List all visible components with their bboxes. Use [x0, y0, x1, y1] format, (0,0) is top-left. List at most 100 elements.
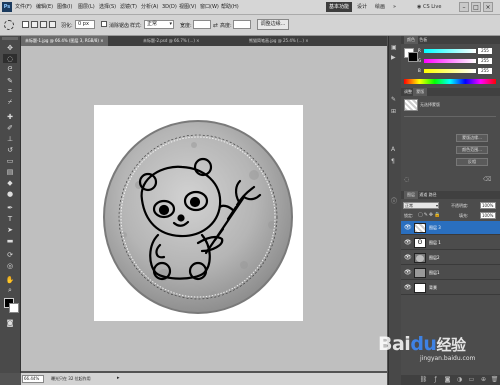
red-value[interactable]: 255: [478, 48, 492, 54]
menu-edit[interactable]: 编辑(E): [36, 2, 53, 12]
close-button[interactable]: ×: [483, 2, 493, 12]
width-input[interactable]: [193, 20, 211, 29]
elliptical-marquee-tool-icon[interactable]: ◌: [3, 54, 17, 63]
menu-select[interactable]: 选择(S): [99, 2, 116, 12]
color-range-button[interactable]: 颜色范围...: [456, 146, 488, 154]
style-select[interactable]: 正常 ▾: [144, 20, 174, 29]
close-icon[interactable]: ×: [305, 38, 308, 43]
menu-window[interactable]: 窗口(W): [200, 2, 219, 12]
cs-live-button[interactable]: ◉ CS Live: [414, 2, 444, 12]
info-panel-icon[interactable]: ⓘ: [391, 196, 399, 205]
add-selection-icon[interactable]: [31, 21, 38, 28]
swap-icon[interactable]: ⇄: [213, 22, 218, 29]
layer-row-2[interactable]: 👁 图层2: [401, 251, 500, 265]
load-selection-icon[interactable]: ◌: [404, 176, 409, 183]
elliptical-marquee-preset-icon[interactable]: [4, 20, 14, 30]
path-select-tool-icon[interactable]: ➤: [3, 225, 17, 234]
history-panel-icon[interactable]: ▣: [391, 44, 399, 51]
menu-analysis[interactable]: 分析(A): [141, 2, 158, 12]
menu-file[interactable]: 文件(F): [15, 2, 32, 12]
workspace-more[interactable]: »: [390, 2, 399, 12]
mask-edge-button[interactable]: 蒙版边缘...: [456, 134, 488, 142]
layer-row-0[interactable]: 👁 图层1: [401, 266, 500, 280]
tab-doc-1[interactable]: 未标题-1.jpg @ 66.4% (图层 3, RGB/8) ×: [21, 36, 108, 46]
eraser-tool-icon[interactable]: ▭: [3, 156, 17, 165]
actions-panel-icon[interactable]: ▶: [391, 54, 399, 61]
quick-select-tool-icon[interactable]: ✎: [3, 76, 17, 85]
3d-orbit-tool-icon[interactable]: ◎: [3, 261, 17, 270]
type-tool-icon[interactable]: T: [3, 214, 17, 223]
invert-button[interactable]: 反相: [456, 158, 488, 166]
green-value[interactable]: 255: [478, 58, 492, 64]
eyedropper-tool-icon[interactable]: ⌿: [3, 98, 17, 107]
tab-masks[interactable]: 蒙版: [413, 88, 428, 96]
workspace-painting[interactable]: 绘画: [372, 2, 388, 12]
blue-slider[interactable]: [424, 69, 476, 73]
add-mask-icon[interactable]: ◙: [443, 376, 452, 383]
refine-edge-button[interactable]: 调整边缘...: [257, 19, 289, 30]
clone-stamp-tool-icon[interactable]: ⊥: [3, 134, 17, 143]
adjustment-layer-icon[interactable]: ◑: [455, 376, 464, 383]
delete-layer-icon[interactable]: 🗑: [490, 376, 499, 383]
shape-tool-icon[interactable]: ▬: [3, 236, 17, 245]
paragraph-panel-icon[interactable]: ¶: [391, 158, 399, 165]
opacity-input[interactable]: 100%: [480, 202, 496, 209]
quick-mask-icon[interactable]: ◙: [3, 318, 17, 327]
character-panel-icon[interactable]: A: [391, 146, 399, 153]
red-slider[interactable]: [424, 49, 476, 53]
zoom-tool-icon[interactable]: ⌕: [3, 286, 17, 295]
status-menu-arrow-icon[interactable]: ▸: [117, 375, 120, 381]
antialias-checkbox[interactable]: [101, 21, 107, 27]
hand-tool-icon[interactable]: ✋: [3, 275, 17, 284]
lock-options-icons[interactable]: ▢✎✥🔒: [418, 212, 441, 218]
lasso-tool-icon[interactable]: ᘓ: [3, 65, 17, 74]
height-input[interactable]: [233, 20, 251, 29]
delete-mask-icon[interactable]: ⌫: [483, 176, 491, 183]
zoom-level[interactable]: 66.44%: [22, 375, 44, 383]
close-icon[interactable]: ×: [196, 38, 199, 43]
tab-swatches[interactable]: 色板: [419, 37, 427, 42]
color-spectrum-bar[interactable]: [404, 79, 496, 84]
new-selection-icon[interactable]: [22, 21, 29, 28]
healing-brush-tool-icon[interactable]: ✚: [3, 112, 17, 121]
visibility-eye-icon[interactable]: 👁: [404, 269, 412, 276]
menu-3d[interactable]: 3D(D): [162, 2, 177, 12]
tab-paths[interactable]: 路径: [429, 192, 437, 197]
background-color-swatch[interactable]: [9, 303, 19, 313]
menu-filter[interactable]: 滤镜(T): [120, 2, 137, 12]
close-icon[interactable]: ×: [100, 38, 103, 43]
tab-color[interactable]: 颜色: [404, 36, 418, 44]
blur-tool-icon[interactable]: ◆: [3, 178, 17, 187]
tab-channels[interactable]: 通道: [419, 192, 427, 197]
history-brush-tool-icon[interactable]: ↺: [3, 145, 17, 154]
brush-panel-icon[interactable]: ✎: [391, 96, 399, 103]
subtract-selection-icon[interactable]: [40, 21, 47, 28]
new-layer-icon[interactable]: ⊕: [479, 376, 488, 383]
menu-layer[interactable]: 图层(L): [78, 2, 95, 12]
workspace-essentials[interactable]: 基本功能: [326, 2, 353, 12]
menu-image[interactable]: 图像(I): [57, 2, 72, 12]
tab-doc-3[interactable]: 熊猫简笔画.jpg @ 25.4% (...) ×: [245, 36, 313, 46]
visibility-eye-icon[interactable]: 👁: [404, 254, 412, 261]
toolbar-grip[interactable]: [2, 37, 18, 40]
gradient-tool-icon[interactable]: ▤: [3, 167, 17, 176]
clone-source-panel-icon[interactable]: ⊞: [391, 108, 399, 115]
intersect-selection-icon[interactable]: [49, 21, 56, 28]
3d-rotate-tool-icon[interactable]: ⟳: [3, 250, 17, 259]
green-slider[interactable]: [424, 59, 476, 63]
document-canvas[interactable]: [94, 105, 303, 321]
layer-row-background[interactable]: 👁 背景: [401, 281, 500, 295]
menu-help[interactable]: 帮助(H): [221, 2, 239, 12]
pen-tool-icon[interactable]: ✒: [3, 203, 17, 212]
blend-mode-select[interactable]: 正常 ▾: [403, 202, 439, 209]
visibility-eye-icon[interactable]: 👁: [404, 284, 412, 291]
fill-input[interactable]: 100%: [480, 212, 496, 219]
layer-row-3[interactable]: 👁 图层 3: [401, 221, 500, 235]
menu-view[interactable]: 视图(V): [179, 2, 196, 12]
tab-doc-2[interactable]: 未标题-2.psd @ 66.7% (...) ×: [139, 36, 204, 46]
visibility-eye-icon[interactable]: 👁: [404, 239, 412, 246]
dodge-tool-icon[interactable]: ●: [3, 189, 17, 198]
blue-value[interactable]: 255: [478, 68, 492, 74]
feather-input[interactable]: 0 px: [75, 20, 95, 29]
new-group-icon[interactable]: ▭: [467, 376, 476, 383]
